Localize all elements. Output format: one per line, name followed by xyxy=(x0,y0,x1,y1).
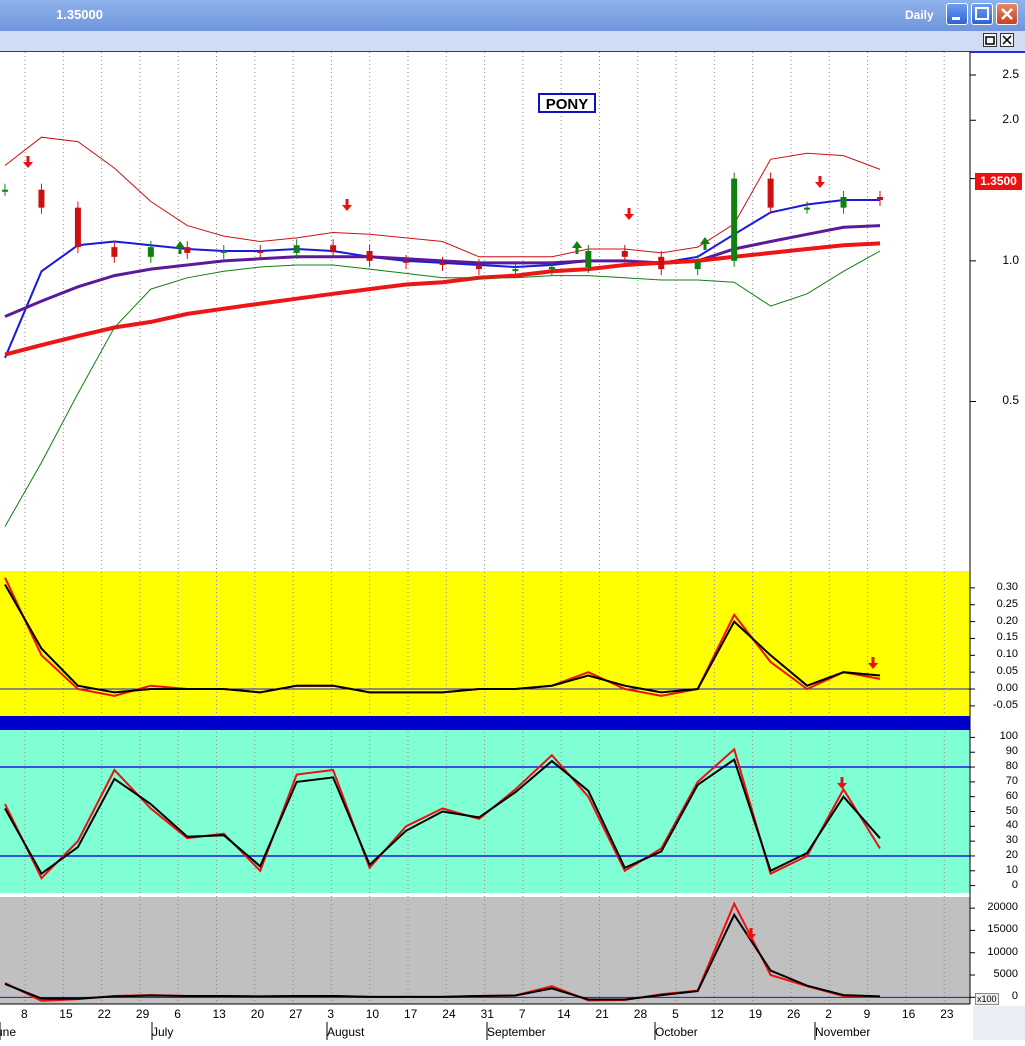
candle-body xyxy=(184,247,191,253)
candle-body xyxy=(38,189,45,208)
arrow-shaft xyxy=(840,777,844,784)
candle-body xyxy=(694,260,701,270)
chart-canvas xyxy=(0,52,976,1040)
arrow-shaft xyxy=(26,156,30,163)
candle-body xyxy=(658,256,665,270)
arrow-shaft xyxy=(818,176,822,183)
arrow-shaft xyxy=(627,208,631,215)
candle-body xyxy=(804,207,811,210)
candle-body xyxy=(366,250,373,261)
candle-body xyxy=(403,260,410,263)
candle-body xyxy=(220,250,227,253)
candle-body xyxy=(439,262,446,265)
arrow-shaft xyxy=(871,657,875,664)
candle-body xyxy=(512,269,519,272)
panel-separator xyxy=(0,716,970,730)
price-panel xyxy=(0,52,970,568)
symbol-label: PONY xyxy=(538,93,596,113)
candle-body xyxy=(111,247,118,257)
candle-body xyxy=(330,245,337,251)
arrow-shaft xyxy=(749,928,753,935)
candle-body xyxy=(147,247,154,257)
candle-body xyxy=(621,250,628,257)
scale-multiplier: x100 xyxy=(975,993,999,1005)
arrow-shaft xyxy=(703,243,707,250)
candle-body xyxy=(877,196,883,200)
candle-body xyxy=(585,250,592,268)
candle-body xyxy=(548,267,555,270)
candle-body xyxy=(731,178,738,261)
candle-body xyxy=(74,207,81,248)
last-price-tag: 1.3500 xyxy=(975,173,1022,190)
volume-panel xyxy=(0,897,970,1004)
arrow-shaft xyxy=(345,199,349,206)
candle-body xyxy=(257,250,264,253)
candle-body xyxy=(293,245,300,253)
arrow-shaft xyxy=(178,247,182,254)
candle-body xyxy=(2,189,8,192)
status-corner xyxy=(973,1006,1025,1040)
candle-body xyxy=(475,264,482,270)
arrow-shaft xyxy=(575,247,579,254)
candle-body xyxy=(840,196,847,208)
candle-body xyxy=(767,178,774,208)
